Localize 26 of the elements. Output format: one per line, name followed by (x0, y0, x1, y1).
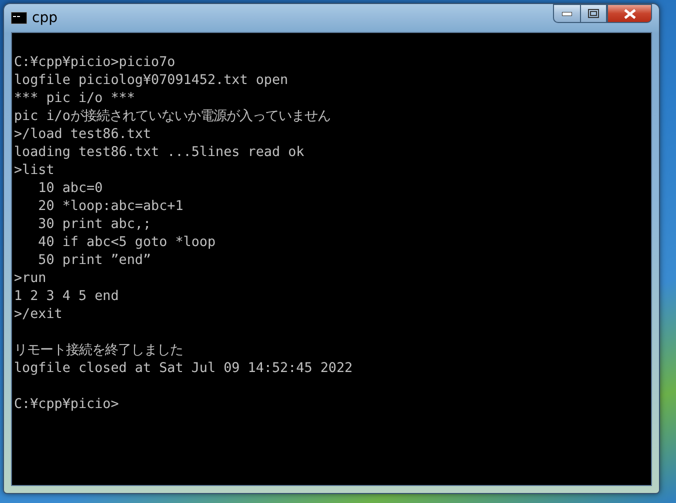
console-line: C:¥cpp¥picio> (14, 396, 119, 414)
console-line: リモート接続を終了しました (14, 342, 183, 360)
console-line: >list (14, 162, 54, 180)
window-title: cpp (32, 10, 58, 26)
minimize-button[interactable] (553, 4, 580, 23)
console-line: logfile closed at Sat Jul 09 14:52:45 2022 (14, 360, 353, 378)
close-button[interactable] (607, 4, 652, 23)
console-icon (11, 12, 27, 24)
console-line: >/exit (14, 306, 62, 324)
console-line: 50 print ”end” (37, 252, 152, 270)
console-line: logfile piciolog¥07091452.txt open (14, 72, 288, 90)
close-icon (624, 8, 636, 18)
minimize-icon (562, 12, 572, 16)
console-line: >/load test86.txt (14, 126, 152, 144)
console-line: 10 abc=0 (37, 180, 103, 198)
console-line: *** pic i/o *** (14, 90, 135, 108)
console-line: C:¥cpp¥picio>picio7o (14, 54, 176, 72)
maximize-icon (588, 9, 599, 18)
console-line: >run (14, 270, 46, 288)
console-line: 20 *loop:abc=abc+1 (37, 198, 184, 216)
console-line: 40 if abc<5 goto *loop (37, 234, 216, 252)
console-line: loading test86.txt ...5lines read ok (14, 144, 304, 162)
console-line: 30 print abc,; (37, 216, 152, 234)
console-line: 1 2 3 4 5 end (14, 288, 119, 306)
console-line: pic i/oが接続されていないか電源が入っていません (14, 108, 330, 126)
maximize-button[interactable] (580, 4, 607, 23)
